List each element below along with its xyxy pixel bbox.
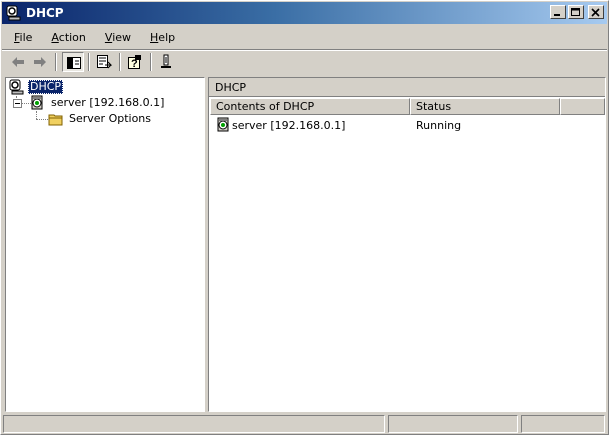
details-header: DHCP: [209, 78, 605, 97]
column-header-status[interactable]: Status: [410, 98, 560, 115]
tree-connector: [36, 119, 48, 120]
details-header-title: DHCP: [215, 81, 247, 94]
menu-file[interactable]: File: [2, 27, 39, 49]
menu-action-label: ction: [58, 31, 86, 44]
toolbar: ?: [2, 51, 607, 75]
window-title: DHCP: [26, 6, 64, 20]
export-list-icon: [97, 55, 112, 69]
menu-action[interactable]: Action: [39, 27, 92, 49]
list-item-name: server [192.168.0.1]: [232, 119, 346, 132]
tree-label-dhcp: DHCP: [28, 80, 64, 94]
menu-bar: File Action View Help: [2, 27, 607, 49]
list-item-status: Running: [416, 119, 462, 132]
forward-arrow-icon: [34, 57, 46, 67]
list-item[interactable]: server [192.168.0.1] Running: [211, 117, 601, 134]
help-icon: ?: [128, 55, 141, 70]
maximize-icon: [571, 8, 580, 16]
menu-help[interactable]: Help: [138, 27, 182, 49]
mmc-window: DHCP File Action View Help ? DHCP server…: [0, 0, 609, 435]
show-hide-tree-button[interactable]: [62, 52, 84, 72]
forward-button[interactable]: [29, 52, 51, 72]
dhcp-icon: [6, 5, 21, 21]
export-list-button[interactable]: [93, 52, 115, 72]
tree-connector: [36, 111, 37, 119]
status-panel-2: [388, 415, 518, 433]
column-header-filler: [560, 98, 605, 115]
help-button[interactable]: ?: [124, 52, 146, 72]
toolbar-separator: [88, 53, 90, 71]
server-icon: [31, 95, 43, 110]
menu-view-label: iew: [112, 31, 132, 44]
tree-item-server-options[interactable]: Server Options: [48, 111, 198, 127]
minimize-icon: [554, 14, 560, 16]
collapse-toggle[interactable]: [13, 99, 22, 108]
back-arrow-icon: [12, 57, 24, 67]
server-icon: [217, 117, 229, 132]
folder-icon: [48, 114, 63, 126]
menu-file-label: ile: [19, 31, 33, 44]
menu-help-label: elp: [158, 31, 176, 44]
tree-label-server-options: Server Options: [69, 112, 152, 125]
dhcp-icon: [9, 79, 24, 95]
toolbar-separator: [119, 53, 121, 71]
menu-action-accel: A: [51, 31, 59, 44]
tree-label-server: server [192.168.0.1]: [51, 96, 165, 109]
details-pane: DHCP Contents of DHCP Status server [192…: [208, 77, 606, 412]
column-header-status-label: Status: [416, 100, 452, 113]
tree-item-dhcp[interactable]: DHCP: [9, 79, 199, 95]
status-bar: [3, 415, 606, 433]
add-server-icon: [161, 54, 171, 68]
caption-buttons: [550, 5, 604, 19]
show-hide-tree-icon: [67, 57, 81, 69]
toolbar-separator: [150, 53, 152, 71]
back-button[interactable]: [7, 52, 29, 72]
status-panel-3: [521, 415, 605, 433]
column-header-contents-label: Contents of DHCP: [216, 100, 315, 113]
close-icon: [591, 8, 600, 17]
menu-view[interactable]: View: [93, 27, 138, 49]
maximize-button[interactable]: [568, 5, 584, 19]
tree-item-server[interactable]: server [192.168.0.1]: [30, 95, 200, 111]
add-server-button[interactable]: [155, 52, 177, 72]
toolbar-separator: [55, 53, 57, 71]
minimize-button[interactable]: [550, 5, 566, 19]
status-panel-main: [3, 415, 385, 433]
title-bar[interactable]: DHCP: [2, 2, 607, 24]
console-tree[interactable]: DHCP server [192.168.0.1] Server Options: [5, 77, 205, 412]
column-header-contents[interactable]: Contents of DHCP: [210, 98, 410, 115]
close-button[interactable]: [588, 5, 604, 19]
